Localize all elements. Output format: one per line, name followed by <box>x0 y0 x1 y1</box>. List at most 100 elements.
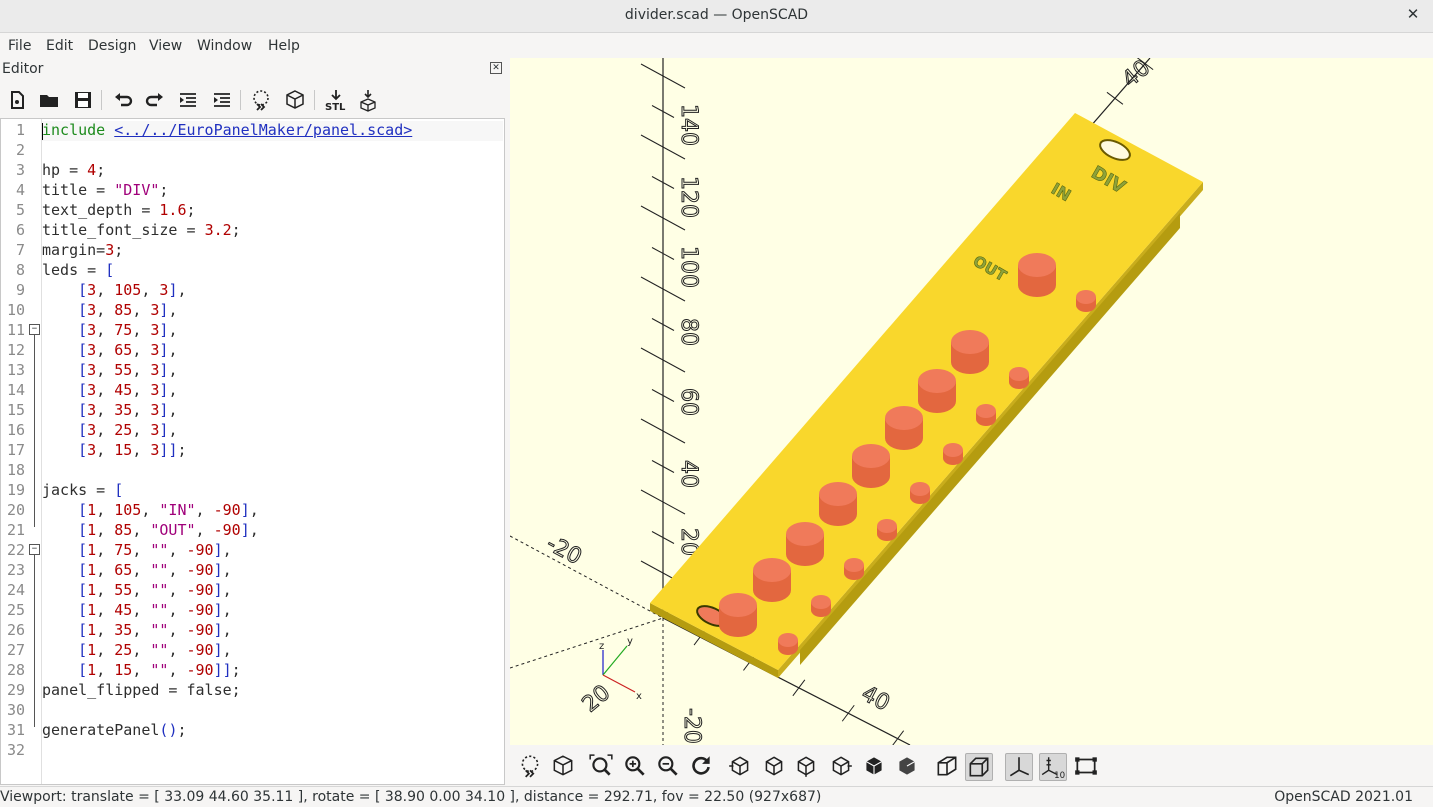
view-left-icon[interactable] <box>828 753 854 779</box>
perspective-icon[interactable] <box>934 753 960 779</box>
line-number: 14 <box>6 381 25 399</box>
gizmo-y-axis <box>602 645 628 676</box>
code-line[interactable]: [1, 25, "", -90], <box>42 641 232 659</box>
fold-toggle-jacks[interactable]: − <box>29 544 40 555</box>
code-line[interactable]: include <../../EuroPanelMaker/panel.scad… <box>42 121 412 139</box>
preview-icon[interactable] <box>249 88 273 112</box>
code-line[interactable]: [1, 65, "", -90], <box>42 561 232 579</box>
line-number: 25 <box>6 601 25 619</box>
line-number: 6 <box>15 221 25 239</box>
line-number: 10 <box>6 301 25 319</box>
view-bottom-icon[interactable] <box>793 753 819 779</box>
view-top-icon[interactable] <box>761 753 787 779</box>
viewport-status: Viewport: translate = [ 33.09 44.60 35.1… <box>0 789 822 805</box>
line-number: 5 <box>15 201 25 219</box>
view-right-icon[interactable] <box>727 753 753 779</box>
axis-label: 40 <box>676 460 701 488</box>
reset-view-icon[interactable] <box>688 753 714 779</box>
view-front-icon[interactable] <box>861 753 887 779</box>
code-line[interactable]: [1, 45, "", -90], <box>42 601 232 619</box>
line-number: 22 <box>6 541 25 559</box>
line-number: 16 <box>6 421 25 439</box>
render-icon[interactable] <box>550 753 576 779</box>
line-number: 20 <box>6 501 25 519</box>
menu-view[interactable]: View <box>149 38 182 54</box>
code-line[interactable]: hp = 4; <box>42 161 105 179</box>
line-number: 23 <box>6 561 25 579</box>
render-icon[interactable] <box>283 88 307 112</box>
new-file-icon[interactable] <box>5 88 29 112</box>
jack-hole <box>819 482 857 526</box>
code-line[interactable]: [1, 35, "", -90], <box>42 621 232 639</box>
line-number: 31 <box>6 721 25 739</box>
axis-label: 40 <box>857 681 893 716</box>
code-line[interactable]: [3, 35, 3], <box>42 401 177 419</box>
unindent-icon[interactable] <box>176 88 200 112</box>
axis-label: 120 <box>676 176 701 218</box>
redo-icon[interactable] <box>143 88 167 112</box>
code-line[interactable]: [1, 105, "IN", -90], <box>42 501 259 519</box>
led-hole <box>976 404 996 426</box>
editor-close-icon[interactable]: ✕ <box>490 62 502 74</box>
led-hole <box>1076 290 1096 312</box>
code-line[interactable]: [3, 105, 3], <box>42 281 186 299</box>
line-number: 15 <box>6 401 25 419</box>
show-edges-icon[interactable] <box>1073 753 1099 779</box>
code-line[interactable]: [3, 65, 3], <box>42 341 177 359</box>
code-line[interactable]: [1, 85, "OUT", -90], <box>42 521 259 539</box>
code-line[interactable]: [3, 75, 3], <box>42 321 177 339</box>
code-line[interactable]: margin=3; <box>42 241 123 259</box>
3d-viewport[interactable]: 40 140 120 100 80 60 40 20 -20 -20 20 40… <box>510 58 1433 745</box>
line-number: 27 <box>6 641 25 659</box>
version-label: OpenSCAD 2021.01 <box>1274 789 1413 805</box>
axis-label: 80 <box>676 318 701 346</box>
line-number: 17 <box>6 441 25 459</box>
close-window-icon[interactable]: ✕ <box>1403 5 1423 23</box>
fold-line <box>34 555 35 727</box>
axis-label: 100 <box>676 246 701 288</box>
code-line[interactable]: [1, 55, "", -90], <box>42 581 232 599</box>
view-back-icon[interactable] <box>894 753 920 779</box>
code-line[interactable]: [1, 15, "", -90]]; <box>42 661 241 679</box>
code-line[interactable]: jacks = [ <box>42 481 123 499</box>
undo-icon[interactable] <box>111 88 135 112</box>
code-line[interactable]: generatePanel(); <box>42 721 187 739</box>
code-line[interactable]: [3, 25, 3], <box>42 421 177 439</box>
show-scale-markers-icon[interactable]: 10 <box>1039 753 1067 781</box>
menu-file[interactable]: File <box>8 38 31 54</box>
save-icon[interactable] <box>71 88 95 112</box>
fold-toggle-leds[interactable]: − <box>29 324 40 335</box>
menu-window[interactable]: Window <box>197 38 252 54</box>
preview-icon[interactable] <box>517 753 543 779</box>
code-line[interactable]: title = "DIV"; <box>42 181 168 199</box>
show-axes-icon[interactable] <box>1005 753 1033 781</box>
zoom-in-icon[interactable] <box>622 753 648 779</box>
zoom-out-icon[interactable] <box>655 753 681 779</box>
code-editor[interactable]: 1 2 3 4 5 6 7 8 9 10 11 12 13 14 15 16 17 18 19 20 21 22 23 24 2… <box>0 118 505 785</box>
menu-help[interactable]: Help <box>268 38 300 54</box>
menu-edit[interactable]: Edit <box>46 38 73 54</box>
code-line[interactable]: leds = [ <box>42 261 114 279</box>
code-line[interactable]: [3, 85, 3], <box>42 301 177 319</box>
code-line[interactable]: panel_flipped = false; <box>42 681 241 699</box>
line-number: 29 <box>6 681 25 699</box>
indent-icon[interactable] <box>210 88 234 112</box>
export-stl-icon[interactable]: STL <box>322 88 350 113</box>
code-line[interactable]: [3, 45, 3], <box>42 381 177 399</box>
jack-hole <box>918 369 956 413</box>
code-line[interactable]: title_font_size = 3.2; <box>42 221 241 239</box>
open-file-icon[interactable] <box>37 88 61 112</box>
view-all-icon[interactable] <box>588 753 614 779</box>
send-to-printer-icon[interactable] <box>356 88 380 112</box>
code-line[interactable]: [3, 15, 3]]; <box>42 441 186 459</box>
code-line[interactable]: text_depth = 1.6; <box>42 201 196 219</box>
editor-toolbar: STL <box>0 82 508 116</box>
line-number: 19 <box>6 481 25 499</box>
orthogonal-icon[interactable] <box>965 753 993 781</box>
led-hole <box>844 558 864 580</box>
code-line[interactable]: [3, 55, 3], <box>42 361 177 379</box>
svg-text:10: 10 <box>1054 771 1065 780</box>
axis-label: -20 <box>679 708 704 744</box>
code-line[interactable]: [1, 75, "", -90], <box>42 541 232 559</box>
menu-design[interactable]: Design <box>88 38 136 54</box>
